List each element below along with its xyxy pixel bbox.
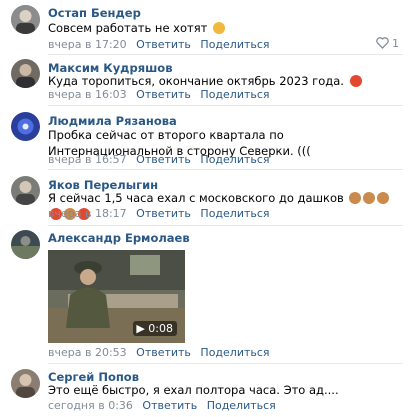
reply-button[interactable]: Ответить xyxy=(136,153,191,166)
share-button[interactable]: Поделиться xyxy=(200,207,269,220)
comment-time[interactable]: вчера в 16:57 xyxy=(48,153,127,166)
reply-button[interactable]: Ответить xyxy=(136,38,191,51)
share-button[interactable]: Поделиться xyxy=(200,153,269,166)
angry-emoji xyxy=(349,75,362,87)
reply-button[interactable]: Ответить xyxy=(136,88,191,101)
comment-text: Совсем работать не хотят xyxy=(48,20,398,36)
comment: Яков Перелыгин Я сейчас 1,5 часа ехал с … xyxy=(0,170,411,226)
comment-time[interactable]: вчера в 20:53 xyxy=(48,346,127,359)
see-no-evil-monkey-emoji xyxy=(377,192,390,204)
comment-text: Куда торопиться, окончание октябрь 2023 … xyxy=(48,73,398,89)
comment-author[interactable]: Остап Бендер xyxy=(48,6,141,20)
share-button[interactable]: Поделиться xyxy=(200,88,269,101)
see-no-evil-monkey-emoji xyxy=(349,192,362,204)
comment-time[interactable]: вчера в 17:20 xyxy=(48,38,127,51)
play-icon: ▶ xyxy=(136,322,145,335)
comment: Сергей Попов Это ещё быстро, я ехал полт… xyxy=(0,364,411,417)
comment-meta: вчера в 18:17 Ответить Поделиться xyxy=(48,207,270,220)
comment-meta: вчера в 20:53 Ответить Поделиться xyxy=(48,346,270,359)
comment-time[interactable]: вчера в 18:17 xyxy=(48,207,127,220)
grimace-emoji xyxy=(213,22,225,34)
share-button[interactable]: Поделиться xyxy=(200,346,269,359)
comment-meta: вчера в 16:03 Ответить Поделиться xyxy=(48,88,270,101)
comment-text: Это ещё быстро, я ехал полтора часа. Это… xyxy=(48,383,339,397)
comment-text-body: Я сейчас 1,5 часа ехал с московского до … xyxy=(48,191,344,205)
see-no-evil-monkey-emoji xyxy=(363,192,376,204)
share-button[interactable]: Поделиться xyxy=(200,38,269,51)
comment-meta: вчера в 17:20 Ответить Поделиться xyxy=(48,38,270,51)
reply-button[interactable]: Ответить xyxy=(142,399,197,412)
comment-time[interactable]: вчера в 16:03 xyxy=(48,88,127,101)
video-duration: ▶ 0:08 xyxy=(133,321,177,336)
like-count: 1 xyxy=(392,37,399,50)
avatar[interactable] xyxy=(11,59,40,88)
video-thumbnail[interactable]: ▶ 0:08 xyxy=(48,250,185,343)
avatar[interactable] xyxy=(11,230,40,259)
avatar[interactable] xyxy=(11,112,40,141)
comment-time[interactable]: сегодня в 0:36 xyxy=(48,399,133,412)
comment: Александр Ермолаев ▶ 0:08 вчера в 20:53 … xyxy=(0,225,411,364)
comment: Остап Бендер Совсем работать не хотят вч… xyxy=(0,0,411,55)
heart-icon xyxy=(375,37,389,49)
like-button[interactable]: 1 xyxy=(375,37,399,50)
comment-meta: сегодня в 0:36 Ответить Поделиться xyxy=(48,399,276,412)
reply-button[interactable]: Ответить xyxy=(136,346,191,359)
avatar[interactable] xyxy=(11,369,40,398)
avatar[interactable] xyxy=(11,176,40,205)
comment: Максим Кудряшов Куда торопиться, окончан… xyxy=(0,55,411,106)
comment-text-body: Совсем работать не хотят xyxy=(48,21,208,35)
comment: Людмила Рязанова Пробка сейчас от второг… xyxy=(0,106,411,170)
avatar[interactable] xyxy=(11,5,40,34)
comment-author[interactable]: Александр Ермолаев xyxy=(48,231,190,245)
comment-author[interactable]: Людмила Рязанова xyxy=(48,114,177,128)
share-button[interactable]: Поделиться xyxy=(207,399,276,412)
comment-meta: вчера в 16:57 Ответить Поделиться xyxy=(48,153,270,166)
comment-text-body: Куда торопиться, окончание октябрь 2023 … xyxy=(48,74,344,88)
reply-button[interactable]: Ответить xyxy=(136,207,191,220)
video-duration-text: 0:08 xyxy=(148,322,173,335)
